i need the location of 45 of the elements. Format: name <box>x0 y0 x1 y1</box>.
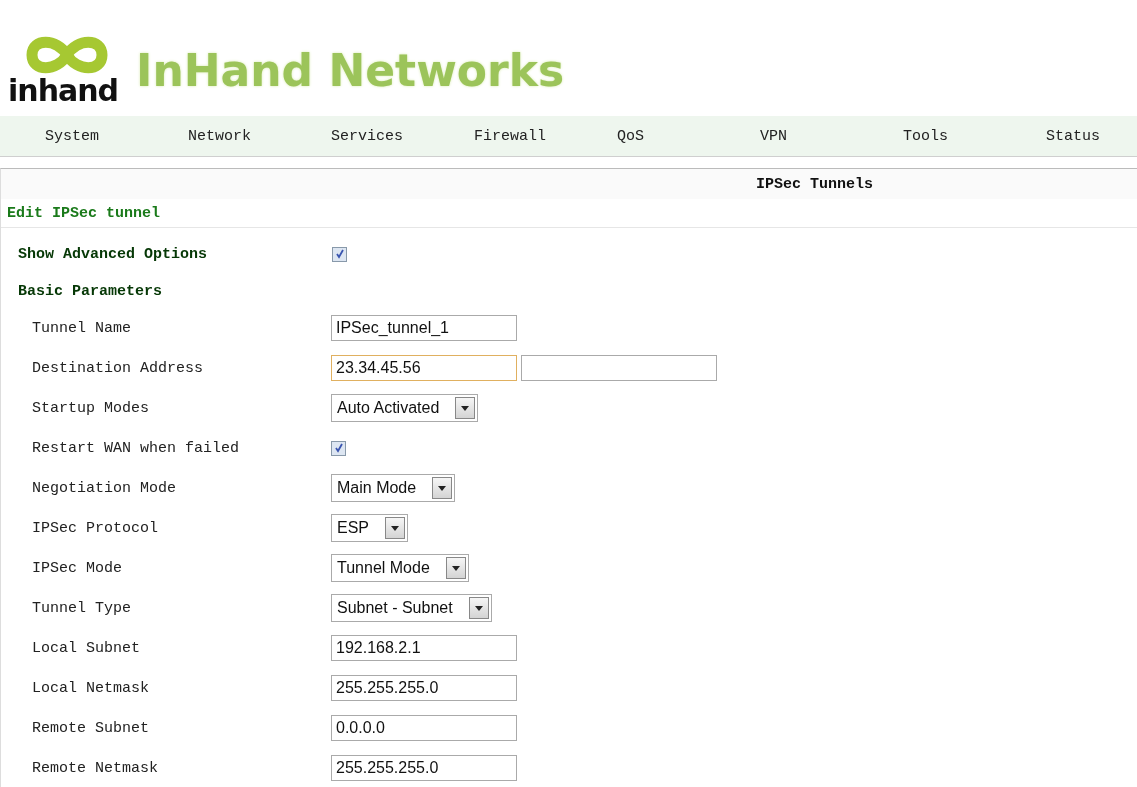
nav-item[interactable]: Status <box>1001 127 1137 145</box>
field-label: Local Netmask <box>32 679 151 697</box>
field-label: Local Subnet <box>32 639 142 657</box>
text-field[interactable]: 255.255.255.0 <box>331 755 517 781</box>
advanced-label: Show Advanced Options <box>18 245 209 263</box>
field-label: IPSec Protocol <box>32 519 160 537</box>
field-label: Tunnel Name <box>32 319 133 337</box>
field-label: Negotiation Mode <box>32 479 178 497</box>
checkbox[interactable] <box>331 440 346 456</box>
nav-item[interactable]: Firewall <box>429 127 572 145</box>
nav-item[interactable]: System <box>0 127 143 145</box>
caret-icon <box>385 517 405 539</box>
advanced-checkbox[interactable] <box>332 246 347 262</box>
text-field[interactable]: 0.0.0.0 <box>331 715 517 741</box>
field-label: Tunnel Type <box>32 599 133 617</box>
text-field[interactable] <box>521 355 717 381</box>
nav-item[interactable]: QoS <box>572 127 715 145</box>
field-label: Remote Subnet <box>32 719 151 737</box>
dropdown[interactable]: Tunnel Mode <box>331 554 469 582</box>
caret-icon <box>432 477 453 499</box>
text-field[interactable]: 23.34.45.56 <box>331 355 517 381</box>
nav-item[interactable]: Tools <box>858 127 1001 145</box>
nav-item[interactable]: VPN <box>715 127 858 145</box>
logo-wordmark: inhand <box>8 76 119 106</box>
page-title: IPSec Tunnels <box>756 175 874 193</box>
field-label: Restart WAN when failed <box>32 439 241 457</box>
dropdown[interactable]: Subnet - Subnet <box>331 594 492 622</box>
section-title: Edit IPSec tunnel <box>7 204 161 222</box>
caret-icon <box>468 597 489 619</box>
caret-icon <box>445 557 466 579</box>
field-label: Startup Modes <box>32 399 151 417</box>
text-field[interactable]: 192.168.2.1 <box>331 635 517 661</box>
nav-item[interactable]: Services <box>286 127 429 145</box>
caret-icon <box>455 397 476 419</box>
group-title: Basic Parameters <box>18 282 163 300</box>
dropdown[interactable]: Main Mode <box>331 474 456 502</box>
text-field[interactable]: 255.255.255.0 <box>331 675 517 701</box>
nav-item[interactable]: Network <box>143 127 286 145</box>
dropdown[interactable]: Auto Activated <box>331 394 479 422</box>
field-label: IPSec Mode <box>32 559 123 577</box>
field-label: Destination Address <box>32 359 205 377</box>
dropdown[interactable]: ESP <box>331 514 408 542</box>
brand-title: InHand Networks <box>136 45 565 98</box>
field-label: Remote Netmask <box>32 759 160 777</box>
text-field[interactable]: IPSec_tunnel_1 <box>331 315 517 341</box>
